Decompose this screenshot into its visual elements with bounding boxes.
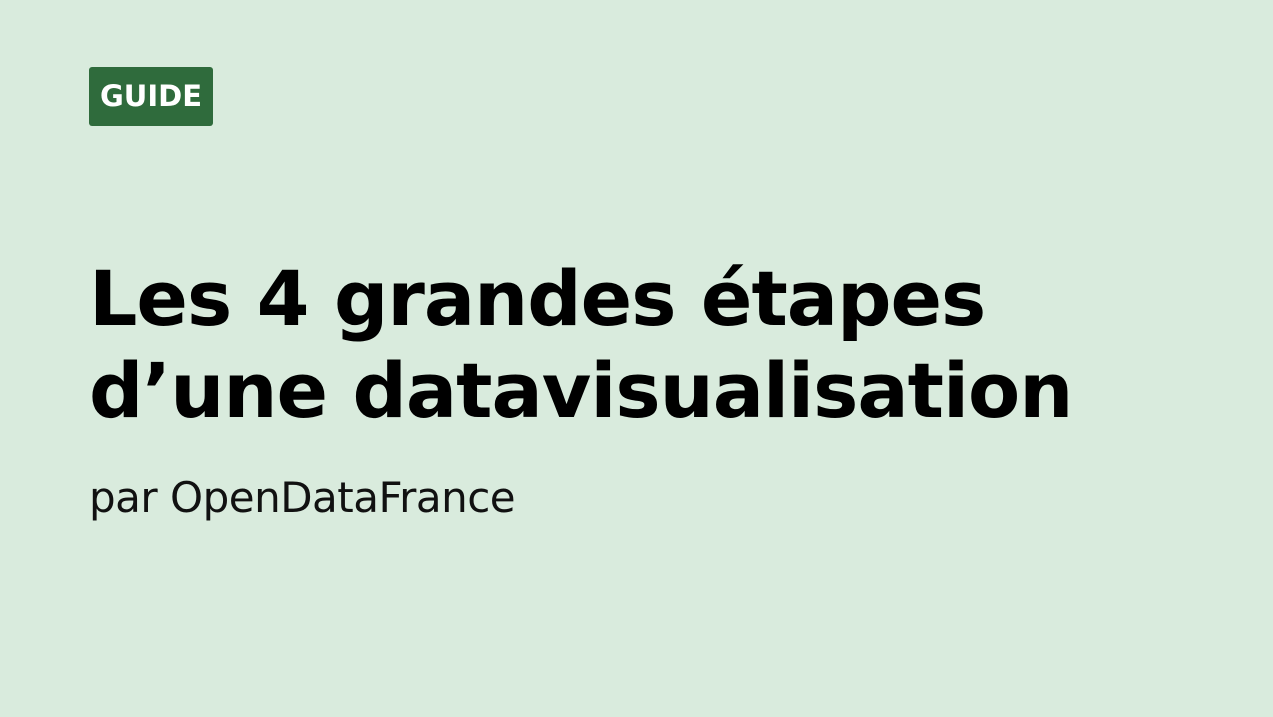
guide-badge: GUIDE [89, 67, 213, 126]
slide-subtitle: par OpenDataFrance [89, 473, 516, 522]
title-slide: GUIDE Les 4 grandes étapes d’une datavis… [0, 0, 1273, 717]
slide-title: Les 4 grandes étapes d’une datavisualisa… [89, 253, 1209, 437]
guide-badge-label: GUIDE [99, 79, 203, 113]
slide-title-line-1: Les 4 grandes étapes [89, 254, 986, 343]
slide-title-line-2: d’une datavisualisation [89, 346, 1073, 435]
